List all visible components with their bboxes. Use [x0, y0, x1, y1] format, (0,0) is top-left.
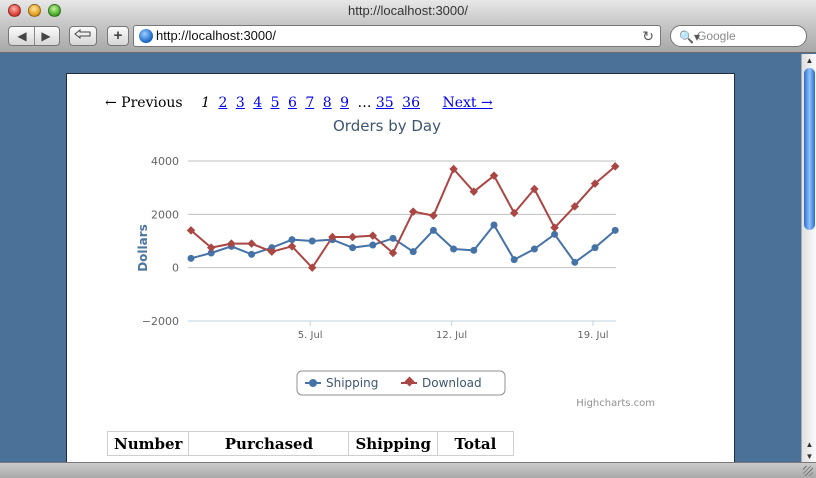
minimize-window-button[interactable] — [28, 4, 41, 17]
data-point-shipping[interactable] — [530, 245, 538, 253]
reload-icon[interactable]: ↻ — [642, 26, 654, 46]
address-bar[interactable]: http://localhost:3000/ ↻ — [133, 25, 661, 47]
y-tick-label: −2000 — [142, 315, 179, 328]
web-viewport: ← Previous 1 2 3 4 5 6 7 8 9 … 35 36 Nex… — [0, 54, 801, 462]
y-tick-label: 0 — [172, 262, 179, 275]
close-window-button[interactable] — [8, 4, 21, 17]
header-number: Number — [106, 431, 190, 456]
y-tick-label: 2000 — [151, 208, 179, 221]
chart-credits[interactable]: Highcharts.com — [576, 398, 655, 409]
header-shipping: Shipping — [348, 431, 438, 456]
scroll-down-icon[interactable]: ▲ — [803, 440, 816, 452]
legend-shipping-label[interactable]: Shipping — [326, 376, 378, 390]
data-point-shipping[interactable] — [349, 244, 357, 252]
forward-button[interactable]: ▶ — [34, 27, 58, 45]
title-bar: http://localhost:3000/ — [0, 0, 816, 22]
search-input[interactable]: 🔍▾ Google — [670, 25, 807, 47]
page-content: ← Previous 1 2 3 4 5 6 7 8 9 … 35 36 Nex… — [66, 73, 735, 462]
resize-grip-icon[interactable] — [803, 466, 813, 476]
data-point-shipping[interactable] — [369, 241, 377, 249]
data-point-shipping[interactable] — [409, 248, 417, 256]
y-tick-label: 4000 — [151, 155, 179, 168]
table-header-row: Number Purchased Shipping Total — [106, 431, 514, 456]
snapback-button[interactable] — [69, 26, 97, 46]
legend-download-label[interactable]: Download — [422, 376, 482, 390]
x-tick-label: 5. Jul — [298, 330, 323, 341]
zoom-window-button[interactable] — [48, 4, 61, 17]
add-bookmark-button[interactable]: + — [107, 26, 129, 46]
data-point-shipping[interactable] — [490, 221, 498, 229]
chart-title: Orders by Day — [333, 117, 441, 135]
data-point-download[interactable] — [247, 239, 256, 248]
window-title: http://localhost:3000/ — [348, 3, 468, 18]
scroll-down-arrow-icon[interactable]: ▼ — [803, 452, 816, 462]
chart-legend: Shipping Download — [296, 370, 506, 396]
x-tick-label: 19. Jul — [577, 330, 608, 341]
legend-shipping-marker — [309, 379, 317, 387]
data-point-download[interactable] — [429, 211, 438, 220]
scroll-up-icon[interactable]: ▲ — [803, 54, 816, 68]
nav-buttons: ◀ ▶ — [8, 26, 60, 46]
data-point-shipping[interactable] — [187, 254, 195, 262]
orders-chart: Orders by Day Dollars 4000 2000 0 −2000 5. … — [136, 117, 655, 409]
header-purchased: Purchased — [188, 431, 350, 456]
data-point-shipping[interactable] — [591, 244, 599, 252]
snapback-icon — [74, 28, 91, 40]
data-point-download[interactable] — [348, 232, 357, 242]
data-point-shipping[interactable] — [470, 246, 478, 254]
data-point-shipping[interactable] — [571, 258, 579, 266]
data-point-shipping[interactable] — [429, 226, 437, 234]
data-point-shipping[interactable] — [308, 237, 316, 245]
y-axis-label: Dollars — [136, 224, 150, 272]
vertical-scrollbar[interactable]: ▲ ▲ ▼ — [801, 54, 816, 462]
search-placeholder: Google — [697, 29, 736, 43]
url-text: http://localhost:3000/ — [156, 28, 276, 43]
globe-icon — [139, 29, 153, 43]
search-icon: 🔍▾ — [679, 30, 700, 44]
status-bar — [0, 462, 816, 478]
browser-window: http://localhost:3000/ ◀ ▶ + http://local… — [0, 0, 816, 478]
x-tick-label: 12. Jul — [436, 330, 467, 341]
data-point-shipping[interactable] — [611, 226, 619, 234]
data-point-shipping[interactable] — [450, 245, 458, 253]
data-point-shipping[interactable] — [510, 256, 518, 264]
scroll-thumb[interactable] — [804, 68, 815, 230]
data-point-shipping[interactable] — [248, 250, 256, 258]
data-point-shipping[interactable] — [389, 234, 397, 242]
header-total: Total — [436, 431, 514, 456]
orders-table: Number Purchased Shipping Total — [106, 431, 514, 456]
browser-toolbar: ◀ ▶ + http://localhost:3000/ ↻ 🔍▾ Google — [0, 22, 816, 53]
back-button[interactable]: ◀ — [10, 27, 34, 45]
